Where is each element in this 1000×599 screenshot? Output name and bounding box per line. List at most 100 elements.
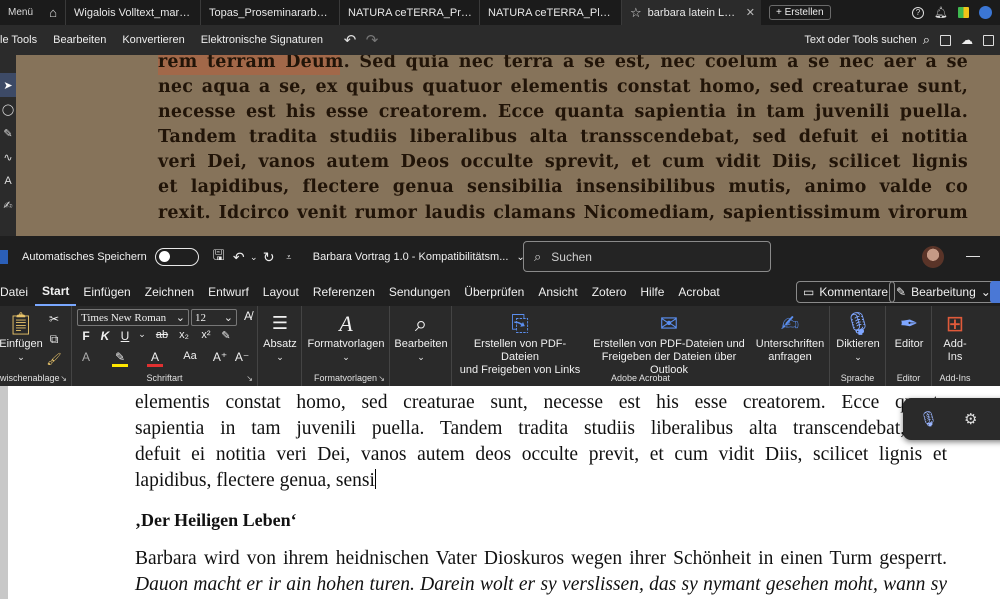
apps-icon[interactable]: [958, 7, 969, 18]
paragraph-button[interactable]: ☰ Absatz ⌄: [260, 308, 300, 364]
latin-paragraph[interactable]: elementis constat homo, sed creaturae su…: [135, 390, 947, 494]
font-color-icon[interactable]: A: [147, 350, 163, 367]
paste-button[interactable]: 📋︎ Einfügen ⌄: [0, 308, 43, 364]
draw-icon[interactable]: ∿: [0, 145, 16, 169]
microphone-icon[interactable]: 🎙︎: [919, 410, 938, 428]
dialog-launcher-icon[interactable]: ↘: [378, 374, 385, 383]
tab-view[interactable]: Ansicht: [531, 278, 584, 306]
highlight-color-icon[interactable]: ✎: [112, 350, 128, 367]
edit-button[interactable]: Bearbeiten: [45, 25, 114, 55]
german-paragraph[interactable]: Barbara wird von ihrem heidnischen Vater…: [135, 546, 947, 598]
save-icon[interactable]: 🖫: [209, 245, 229, 269]
editor-button[interactable]: ✒ Editor: [888, 308, 930, 351]
acrobat-tab[interactable]: NATURA ceTERRA_Plakat ...: [479, 0, 621, 25]
text-effects-icon[interactable]: ✎: [218, 329, 234, 342]
text-effect-a-icon[interactable]: A: [78, 350, 94, 364]
dialog-launcher-icon[interactable]: ↘: [246, 374, 253, 383]
cloud-upload-icon[interactable]: ☁: [961, 33, 973, 47]
account-icon[interactable]: [979, 6, 992, 19]
share-icon[interactable]: [983, 34, 994, 46]
tab-help[interactable]: Hilfe: [633, 278, 671, 306]
document-page[interactable]: elementis constat homo, sed creaturae su…: [0, 386, 1000, 599]
gear-icon[interactable]: ⚙: [964, 410, 977, 428]
tab-mailings[interactable]: Sendungen: [382, 278, 457, 306]
share-button[interactable]: [990, 281, 1000, 303]
acrobat-tab-active[interactable]: ☆ barbara latein LA.pdf ✕: [621, 0, 762, 25]
tab-design[interactable]: Entwurf: [201, 278, 256, 306]
grow-font-icon[interactable]: A⁺: [212, 350, 228, 364]
tab-file[interactable]: Datei: [0, 278, 35, 306]
cut-icon[interactable]: ✂: [46, 312, 62, 326]
styles-button[interactable]: A Formatvorlagen ⌄: [306, 308, 386, 364]
convert-button[interactable]: Konvertieren: [114, 25, 192, 55]
acrobat-tab[interactable]: Topas_Proseminararbeit_Ki...: [200, 0, 339, 25]
search-icon: ⌕: [414, 310, 428, 336]
bell-icon[interactable]: 🔔︎: [934, 6, 948, 19]
help-icon[interactable]: ?: [912, 6, 925, 19]
tab-zotero[interactable]: Zotero: [585, 278, 634, 306]
star-icon[interactable]: ☆: [630, 5, 642, 21]
create-pdf-links-button[interactable]: ⎘ Erstellen von PDF-Dateien und Freigebe…: [456, 308, 584, 377]
italic-icon[interactable]: K: [97, 329, 113, 343]
chevron-down-icon[interactable]: ⌄: [249, 252, 259, 263]
font-name-select[interactable]: Times New Roman ⌄: [77, 309, 189, 326]
pdf-scan-view[interactable]: rem terram Deum. Sed quia nec terra a se…: [0, 55, 1000, 236]
all-tools-button[interactable]: le Tools: [0, 25, 45, 55]
home-icon[interactable]: ⌂: [41, 0, 65, 25]
format-painter-icon[interactable]: 🖌︎: [46, 352, 62, 366]
close-icon[interactable]: ✕: [746, 6, 755, 19]
search-icon[interactable]: ⌕: [923, 32, 930, 48]
tab-references[interactable]: Referenzen: [306, 278, 382, 306]
text-box-icon[interactable]: A: [0, 169, 16, 193]
undo-icon[interactable]: ↶: [229, 249, 249, 266]
section-heading[interactable]: ‚Der Heiligen Leben‘: [135, 510, 297, 531]
create-pdf-outlook-button[interactable]: ✉ Erstellen von PDF-Dateien und Freigebe…: [584, 308, 754, 377]
undo-icon[interactable]: ↶: [339, 31, 361, 49]
save-icon[interactable]: [940, 34, 951, 46]
sign-icon[interactable]: ✍: [0, 193, 16, 217]
avatar[interactable]: [922, 246, 944, 268]
editing-mode-button[interactable]: ✎ Bearbeitung ⌄: [889, 281, 998, 303]
dictate-button[interactable]: 🎙︎ Diktieren ⌄: [832, 308, 884, 364]
strikethrough-icon[interactable]: ab: [152, 329, 172, 341]
highlight-pen-icon[interactable]: ✎: [0, 121, 16, 145]
change-case-icon[interactable]: Aa: [182, 350, 198, 362]
subscript-icon[interactable]: x₂: [176, 329, 192, 341]
new-tab-button[interactable]: + Erstellen: [769, 5, 831, 20]
tab-acrobat[interactable]: Acrobat: [671, 278, 726, 306]
underline-icon[interactable]: U: [117, 329, 133, 343]
minimize-icon[interactable]: —: [966, 247, 980, 263]
customize-toolbar-icon[interactable]: ⩡: [279, 252, 299, 263]
superscript-icon[interactable]: x²: [198, 329, 214, 341]
document-title[interactable]: Barbara Vortrag 1.0 - Kompatibilitätsm..…: [313, 251, 525, 263]
bold-icon[interactable]: F: [78, 329, 94, 343]
clear-format-icon[interactable]: A̸: [240, 309, 256, 323]
acrobat-tab[interactable]: NATURA ceTERRA_Progra...: [339, 0, 479, 25]
acrobat-tab[interactable]: Wigalois Volltext_markup.pdf: [65, 0, 200, 25]
redo-icon[interactable]: ↻: [259, 249, 279, 266]
select-arrow-icon[interactable]: ➤: [0, 73, 16, 97]
dialog-launcher-icon[interactable]: ↘: [60, 374, 67, 383]
comment-icon[interactable]: ◯: [0, 97, 16, 121]
tool-search-label[interactable]: Text oder Tools suchen: [804, 34, 922, 46]
chevron-down-icon[interactable]: ⌄: [134, 329, 150, 340]
redo-icon[interactable]: ↷: [361, 31, 383, 49]
paragraph-group: ☰ Absatz ⌄: [258, 306, 302, 386]
request-signatures-button[interactable]: ✍ Unterschriften anfragen: [754, 308, 826, 364]
tab-review[interactable]: Überprüfen: [457, 278, 531, 306]
shrink-font-icon[interactable]: A⁻: [234, 350, 250, 364]
acrobat-menu-button[interactable]: Menü: [0, 0, 41, 25]
addins-button[interactable]: ⊞ Add- Ins: [934, 308, 976, 364]
autosave-toggle[interactable]: [154, 248, 199, 266]
tab-home[interactable]: Start: [35, 278, 77, 306]
tab-draw[interactable]: Zeichnen: [138, 278, 201, 306]
tab-insert[interactable]: Einfügen: [76, 278, 137, 306]
font-size-select[interactable]: 12 ⌄: [191, 309, 237, 326]
esign-button[interactable]: Elektronische Signaturen: [193, 25, 331, 55]
editor-group-label: Editor: [896, 373, 921, 383]
comments-button[interactable]: ▭ Kommentare: [796, 281, 896, 303]
tab-layout[interactable]: Layout: [256, 278, 306, 306]
copy-icon[interactable]: ⧉: [46, 332, 62, 347]
search-box[interactable]: ⌕ Suchen: [523, 241, 771, 272]
editing-button[interactable]: ⌕ Bearbeiten ⌄: [392, 308, 450, 364]
